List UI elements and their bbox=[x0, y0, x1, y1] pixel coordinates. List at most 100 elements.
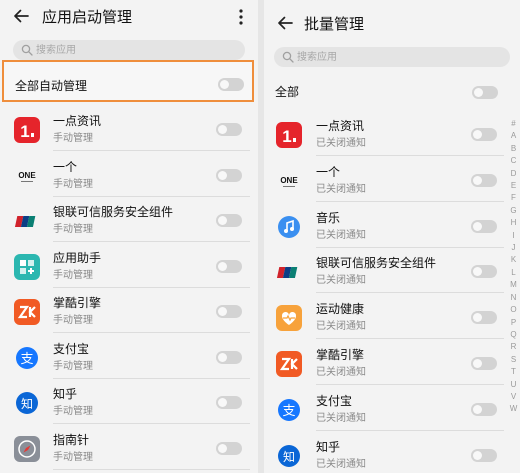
alphabet-letter[interactable]: A bbox=[507, 130, 520, 142]
app-name: 一点资讯 bbox=[53, 114, 102, 128]
app-row[interactable]: 掌酷引擎 已关闭通知 bbox=[264, 341, 520, 385]
app-status: 已关闭通知 bbox=[316, 275, 366, 287]
compass-icon bbox=[14, 435, 40, 462]
alphabet-letter[interactable]: U bbox=[507, 379, 520, 391]
search-bar[interactable] bbox=[13, 40, 245, 60]
app-row[interactable]: 指南针 手动管理 bbox=[0, 426, 258, 470]
search-input[interactable] bbox=[36, 40, 216, 60]
app-name: 音乐 bbox=[316, 210, 341, 225]
app-row[interactable]: 运动健康 已关闭通知 bbox=[264, 295, 520, 340]
alphabet-letter[interactable]: V bbox=[507, 391, 520, 403]
more-options-icon[interactable] bbox=[234, 8, 248, 26]
app-row[interactable]: ONE 一个 已关闭通知 bbox=[264, 158, 520, 202]
divider bbox=[53, 423, 250, 424]
app-toggle[interactable] bbox=[471, 173, 497, 187]
app-status: 手动管理 bbox=[53, 178, 93, 190]
app-row[interactable]: 银联可信服务安全组件 已关闭通知 bbox=[264, 249, 520, 294]
alphabet-letter[interactable]: H bbox=[507, 217, 520, 229]
alphabet-letter[interactable]: B bbox=[507, 143, 520, 155]
alphabet-letter[interactable]: W bbox=[507, 403, 520, 415]
alphabet-letter[interactable]: J bbox=[507, 242, 520, 254]
app-toggle[interactable] bbox=[216, 123, 242, 136]
alphabet-letter[interactable]: I bbox=[507, 230, 520, 242]
app-name: 支付宝 bbox=[53, 341, 90, 356]
select-all-row[interactable]: 全部 bbox=[264, 74, 520, 112]
alphabet-letter[interactable]: G bbox=[507, 205, 520, 217]
alphabet-letter[interactable]: L bbox=[507, 267, 520, 279]
divider bbox=[53, 468, 250, 470]
app-row[interactable]: 音乐 已关闭通知 bbox=[264, 204, 520, 248]
zhangku-icon bbox=[276, 351, 302, 377]
app-name: 一个 bbox=[53, 159, 78, 174]
app-name: 知乎 bbox=[53, 387, 78, 401]
divider bbox=[316, 338, 504, 340]
svg-text:知: 知 bbox=[21, 397, 33, 411]
alphabet-letter[interactable]: Q bbox=[507, 329, 520, 341]
auto-manage-all-toggle[interactable] bbox=[218, 78, 244, 91]
app-name: 一个 bbox=[316, 164, 341, 179]
back-arrow-icon[interactable] bbox=[12, 7, 30, 25]
app-name: 银联可信服务安全组件 bbox=[53, 205, 174, 219]
auto-manage-all-row[interactable]: 全部自动管理 bbox=[2, 60, 254, 102]
app-name: 运动健康 bbox=[316, 302, 365, 317]
app-toggle[interactable] bbox=[216, 214, 242, 227]
alphabet-letter[interactable]: F bbox=[507, 192, 520, 204]
alphabet-letter[interactable]: N bbox=[507, 292, 520, 304]
back-arrow-icon[interactable] bbox=[276, 14, 294, 32]
batch-management-panel: 批量管理 全部 1一点资讯已关闭通知ONE一个已关闭通知音乐已关闭通知银联可信服… bbox=[264, 0, 520, 473]
app-toggle[interactable] bbox=[216, 259, 242, 273]
alphabet-letter[interactable]: S bbox=[507, 354, 520, 366]
search-input[interactable] bbox=[297, 47, 477, 67]
alphabet-index-bar[interactable]: # A B C D E F G H I J K L M N O P Q R S T U V W bbox=[507, 118, 520, 416]
alphabet-letter[interactable]: K bbox=[507, 254, 520, 266]
app-status: 手动管理 bbox=[53, 224, 93, 235]
app-toggle[interactable] bbox=[216, 441, 242, 455]
alphabet-letter[interactable]: M bbox=[507, 279, 520, 291]
zhihu-icon: 知 bbox=[14, 390, 40, 416]
app-bar: 应用启动管理 bbox=[0, 0, 258, 36]
app-toggle[interactable] bbox=[216, 396, 242, 409]
app-name: 掌酷引擎 bbox=[316, 348, 365, 362]
app-name: 应用助手 bbox=[53, 250, 102, 265]
app-bar: 批量管理 bbox=[264, 0, 520, 36]
select-all-toggle[interactable] bbox=[472, 86, 498, 99]
app-row[interactable]: 知 知乎手动管理 bbox=[0, 380, 258, 424]
app-toggle[interactable] bbox=[471, 448, 497, 462]
app-toggle[interactable] bbox=[471, 357, 497, 370]
app-toggle[interactable] bbox=[216, 305, 242, 318]
search-bar[interactable] bbox=[274, 47, 510, 67]
app-name: 知乎 bbox=[316, 439, 341, 454]
app-row[interactable]: 支 支付宝 手动管理 bbox=[0, 335, 258, 379]
app-toggle[interactable] bbox=[471, 219, 497, 233]
app-status: 手动管理 bbox=[53, 406, 93, 417]
app-row[interactable]: 1 一点资讯 手动管理 bbox=[0, 107, 258, 151]
app-toggle[interactable] bbox=[471, 311, 497, 325]
app-row[interactable]: 银联可信服务安全组件 手动管理 bbox=[0, 198, 258, 242]
alphabet-letter[interactable]: P bbox=[507, 317, 520, 329]
app-row[interactable]: 支 支付宝 已关闭通知 bbox=[264, 387, 520, 431]
alphabet-letter[interactable]: R bbox=[507, 341, 520, 353]
app-toggle[interactable] bbox=[216, 350, 242, 364]
alphabet-letter[interactable]: T bbox=[507, 366, 520, 378]
app-name: 银联可信服务安全组件 bbox=[316, 256, 437, 271]
app-toggle[interactable] bbox=[471, 128, 497, 141]
one-icon: ONE bbox=[14, 162, 40, 189]
app-toggle[interactable] bbox=[471, 265, 497, 279]
app-row[interactable]: 掌酷引擎 手动管理 bbox=[0, 289, 258, 333]
app-row[interactable]: 1 一点资讯 已关闭通知 bbox=[264, 112, 520, 156]
svg-text:1: 1 bbox=[282, 127, 291, 146]
divider bbox=[53, 195, 250, 197]
music-icon bbox=[276, 213, 302, 240]
app-toggle[interactable] bbox=[471, 402, 497, 416]
svg-text:1: 1 bbox=[20, 122, 29, 141]
app-row[interactable]: ONE 一个手动管理 bbox=[0, 153, 258, 197]
alphabet-letter[interactable]: C bbox=[507, 155, 520, 167]
alphabet-letter[interactable]: E bbox=[507, 180, 520, 192]
alphabet-letter[interactable]: O bbox=[507, 304, 520, 316]
app-toggle[interactable] bbox=[216, 168, 242, 182]
alphabet-letter[interactable]: # bbox=[507, 118, 520, 130]
app-row[interactable]: 应用助手 手动管理 bbox=[0, 244, 258, 288]
app-name: 掌酷引擎 bbox=[53, 296, 102, 310]
alphabet-letter[interactable]: D bbox=[507, 168, 520, 180]
app-row[interactable]: 知 知乎 已关闭通知 bbox=[264, 433, 520, 473]
